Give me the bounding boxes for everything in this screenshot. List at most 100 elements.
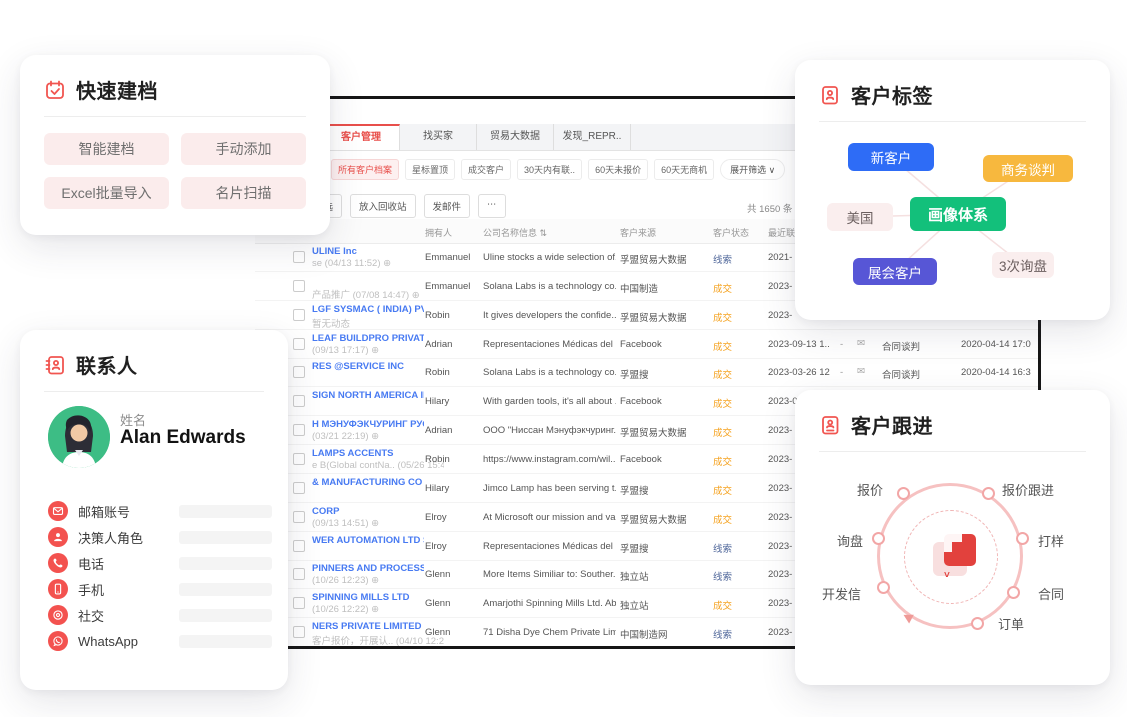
card-scan-button[interactable]: 名片扫描 [181, 177, 306, 209]
tag-chip[interactable]: 3次询盘 [992, 252, 1054, 278]
phone-icon [48, 553, 68, 573]
status-badge: 成交 [713, 483, 753, 497]
row-checkbox[interactable] [293, 482, 305, 494]
contact-field-phone: 电话 [48, 550, 288, 576]
send-email-button[interactable]: 发邮件 [424, 194, 471, 218]
field-placeholder-bar[interactable] [179, 557, 272, 570]
quick-create-header: 快速建档 [20, 55, 330, 116]
recycle-bin-button[interactable]: 放入回收站 [350, 194, 416, 218]
excel-import-button[interactable]: Excel批量导入 [44, 177, 169, 209]
row-checkbox[interactable] [293, 511, 305, 523]
company-info-cell: Representaciones Médicas del ... [483, 339, 616, 350]
envelope-icon[interactable]: ✉ [857, 366, 865, 377]
field-placeholder-bar[interactable] [179, 505, 272, 518]
filter-contacted-30d[interactable]: 30天内有联.. [517, 159, 582, 180]
customer-name-link[interactable]: NERS PRIVATE LIMITED [312, 621, 424, 632]
field-placeholder-bar[interactable] [179, 583, 272, 596]
contact-field-whatsapp: WhatsApp [48, 628, 288, 654]
filter-noquote-60d[interactable]: 60天未报价 [588, 159, 648, 180]
customer-name-link[interactable]: & MANUFACTURING CO [312, 477, 424, 488]
company-info-cell: Solana Labs is a technology co... [483, 281, 616, 292]
row-checkbox[interactable] [293, 309, 305, 321]
row-checkbox[interactable] [293, 424, 305, 436]
customer-name-link[interactable]: LAMPS ACCENTS [312, 448, 424, 459]
cycle-node[interactable] [1016, 532, 1029, 545]
divider [819, 451, 1086, 452]
column-header-status[interactable]: 客户状态 [713, 226, 749, 239]
owner-cell: Hilary [425, 483, 479, 494]
cycle-node[interactable] [877, 581, 890, 594]
row-checkbox[interactable] [293, 338, 305, 350]
tag-connector-lines [795, 60, 1110, 320]
row-checkbox[interactable] [293, 453, 305, 465]
tab-discover[interactable]: 发现_REPR.. [554, 124, 631, 150]
customer-name-link[interactable]: LGF SYSMAC ( INDIA) PVT LTD [312, 304, 424, 315]
customer-name-link[interactable]: SIGN NORTH AMERICA INC [312, 390, 424, 401]
tab-customer-management[interactable]: 客户管理 [323, 124, 400, 150]
table-row[interactable]: RES @SERVICE INC Robin Solana Labs is a … [255, 358, 1038, 387]
customer-name-link[interactable]: LEAF BUILDPRO PRIVATE LIMITED [312, 333, 424, 344]
source-cell: 独立站 [620, 569, 710, 583]
envelope-icon[interactable]: ✉ [857, 338, 865, 349]
company-info-cell: Uline stocks a wide selection of... [483, 252, 616, 263]
step-contract: 合同 [1038, 584, 1064, 603]
customer-name-link[interactable]: WER AUTOMATION LTD SIEME [312, 535, 424, 546]
source-cell: 孚盟贸易大数据 [620, 425, 710, 439]
quick-create-card: 快速建档 智能建档 手动添加 Excel批量导入 名片扫描 [20, 55, 330, 235]
divider [44, 391, 264, 392]
customer-name-link[interactable]: CORP [312, 506, 424, 517]
row-checkbox[interactable] [293, 626, 305, 638]
row-checkbox[interactable] [293, 366, 305, 378]
owner-cell: Elroy [425, 541, 479, 552]
tag-chip[interactable]: 画像体系 [910, 197, 1006, 231]
table-row[interactable]: LEAF BUILDPRO PRIVATE LIMITED (09/13 17:… [255, 330, 1038, 359]
field-placeholder-bar[interactable] [179, 609, 272, 622]
cycle-node[interactable] [982, 487, 995, 500]
datetime-cell: 2020-04-14 16:3 [961, 367, 1035, 378]
row-checkbox[interactable] [293, 395, 305, 407]
field-placeholder-bar[interactable] [179, 635, 272, 648]
row-checkbox[interactable] [293, 568, 305, 580]
customer-name-link[interactable]: Н МЭНУФЭКЧУРИНГ РУС [312, 419, 424, 430]
tab-find-buyers[interactable]: 找买家 [400, 124, 477, 150]
customer-name-link[interactable]: PINNERS AND PROCESSORS [312, 563, 424, 574]
customer-name-link[interactable]: SPINNING MILLS LTD [312, 592, 424, 603]
field-placeholder-bar[interactable] [179, 531, 272, 544]
tag-chip[interactable]: 新客户 [848, 143, 934, 171]
batch-toolbar: 筛选 放入回收站 发邮件 ⋯ [305, 194, 506, 218]
row-checkbox[interactable] [293, 597, 305, 609]
cycle-node[interactable] [872, 532, 885, 545]
filter-noopp-60d[interactable]: 60天无商机 [654, 159, 714, 180]
smart-create-button[interactable]: 智能建档 [44, 133, 169, 165]
filter-all-customers[interactable]: 所有客户档案 [331, 159, 399, 180]
filter-deal-customers[interactable]: 成交客户 [461, 159, 511, 180]
follow-up-header: 客户跟进 [795, 390, 1110, 451]
expand-filters-button[interactable]: 展开筛选 ∨ [720, 159, 785, 180]
column-header-company[interactable]: 公司名称信息 ⇅ [483, 226, 547, 239]
cycle-node[interactable] [971, 617, 984, 630]
row-checkbox[interactable] [293, 540, 305, 552]
field-label: 手机 [78, 580, 169, 599]
column-header-source[interactable]: 客户来源 [620, 226, 656, 239]
cycle-node[interactable] [1007, 586, 1020, 599]
customer-name-link[interactable]: ULINE Inc [312, 246, 424, 257]
owner-cell: Glenn [425, 627, 479, 638]
tab-trade-bigdata[interactable]: 贸易大数据 [477, 124, 554, 150]
more-actions-button[interactable]: ⋯ [478, 194, 506, 218]
manual-add-button[interactable]: 手动添加 [181, 133, 306, 165]
customer-name-link[interactable]: RES @SERVICE INC [312, 361, 424, 372]
owner-cell: Glenn [425, 569, 479, 580]
row-checkbox[interactable] [293, 251, 305, 263]
last-contact-cell: 2023-09-13 1.. [768, 339, 848, 350]
tag-chip[interactable]: 商务谈判 [983, 155, 1073, 182]
status-badge: 成交 [713, 512, 753, 526]
cycle-node[interactable] [897, 487, 910, 500]
owner-cell: Robin [425, 367, 479, 378]
filter-starred[interactable]: 星标置顶 [405, 159, 455, 180]
tag-chip[interactable]: 美国 [827, 203, 893, 231]
source-cell: 孚盟贸易大数据 [620, 252, 710, 266]
scroll-indicator-dot[interactable] [628, 646, 632, 649]
tag-chip[interactable]: 展会客户 [853, 258, 937, 285]
column-header-owner[interactable]: 拥有人 [425, 226, 452, 239]
row-checkbox[interactable] [293, 280, 305, 292]
